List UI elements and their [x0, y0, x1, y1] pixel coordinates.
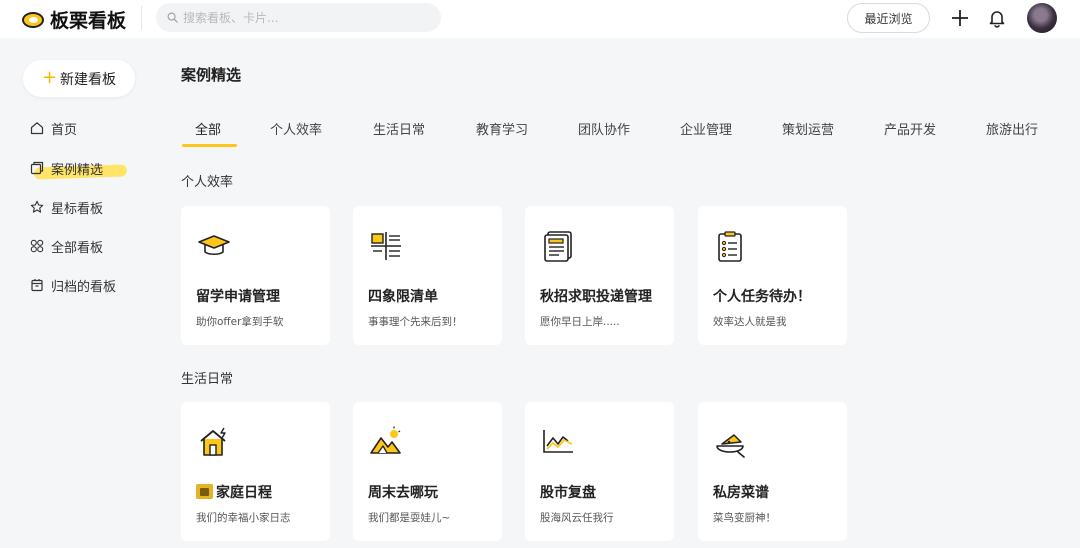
card-title: 家庭日程	[196, 482, 272, 502]
new-board-button[interactable]: + 新建看板	[23, 60, 135, 97]
house-emoji-icon	[196, 484, 213, 499]
sidebar-item-label: 全部看板	[51, 240, 104, 256]
app-name: 板栗看板	[50, 10, 127, 32]
template-card[interactable]: 秋招求职投递管理 愿你早日上岸.....	[525, 206, 674, 345]
stock-chart-icon	[543, 430, 573, 453]
sidebar-item-starred[interactable]: 星标看板	[30, 196, 103, 218]
search-input[interactable]	[183, 10, 423, 25]
sidebar-item-label: 归档的看板	[51, 279, 117, 295]
card-title: 股市复盘	[540, 485, 596, 501]
search-box[interactable]	[156, 3, 441, 32]
card-desc: 我们的幸福小家日志	[196, 512, 291, 524]
tab-personal-efficiency[interactable]: 个人效率	[270, 119, 322, 138]
recent-button[interactable]: 最近浏览	[847, 3, 930, 33]
clipboard-checklist-icon	[718, 231, 742, 262]
tab-product-dev[interactable]: 产品开发	[884, 119, 936, 138]
tab-travel[interactable]: 旅游出行	[986, 119, 1038, 138]
quadrant-list-icon	[371, 232, 401, 260]
app-logo[interactable]: 板栗看板	[22, 6, 126, 33]
tab-enterprise[interactable]: 企业管理	[680, 119, 732, 138]
bell-icon[interactable]	[987, 8, 1007, 28]
sidebar-item-featured[interactable]: 案例精选	[30, 157, 103, 179]
template-card[interactable]: 股市复盘 股海风云任我行	[525, 402, 674, 541]
card-title: 留学申请管理	[196, 289, 280, 305]
tab-operations[interactable]: 策划运营	[782, 119, 834, 138]
template-card[interactable]: 四象限清单 事事理个先来后到！	[353, 206, 502, 345]
plus-icon: +	[41, 66, 58, 88]
house-icon	[200, 427, 226, 456]
logo-icon	[22, 11, 44, 28]
tab-all[interactable]: 全部	[195, 119, 221, 138]
star-icon	[30, 200, 44, 213]
sidebar-item-all-boards[interactable]: 全部看板	[30, 235, 103, 257]
card-title: 个人任务待办！	[713, 289, 811, 305]
sidebar-item-home[interactable]: 首页	[30, 117, 77, 139]
grid-icon	[30, 239, 44, 253]
card-desc: 助你offer拿到手软	[196, 316, 284, 328]
sidebar-item-label: 星标看板	[51, 201, 104, 217]
card-desc: 事事理个先来后到！	[368, 316, 463, 328]
card-title: 秋招求职投递管理	[540, 289, 652, 305]
active-tab-indicator	[182, 144, 237, 147]
sidebar-item-archived[interactable]: 归档的看板	[30, 274, 116, 296]
dish-icon	[716, 434, 745, 458]
page-title: 案例精选	[181, 66, 242, 84]
new-board-label: 新建看板	[60, 71, 117, 88]
card-desc: 效率达人就是我	[713, 316, 787, 328]
tab-daily-life[interactable]: 生活日常	[373, 119, 425, 138]
card-title-text: 家庭日程	[216, 485, 272, 501]
card-title: 周末去哪玩	[368, 485, 438, 501]
graduation-cap-icon	[198, 235, 230, 256]
sidebar-item-label: 首页	[51, 122, 78, 138]
mountain-sun-icon	[370, 426, 401, 454]
card-desc: 股海风云任我行	[540, 512, 614, 524]
template-card[interactable]: 私房菜谱 菜鸟变厨神！	[698, 402, 847, 541]
template-card[interactable]: 留学申请管理 助你offer拿到手软	[181, 206, 330, 345]
sidebar-item-label: 案例精选	[51, 162, 104, 178]
plus-icon[interactable]	[950, 8, 970, 28]
top-header: 板栗看板 最近浏览	[0, 0, 1080, 38]
header-divider	[141, 6, 142, 30]
template-card[interactable]: 个人任务待办！ 效率达人就是我	[698, 206, 847, 345]
section-title: 个人效率	[181, 175, 234, 190]
tab-education[interactable]: 教育学习	[476, 119, 528, 138]
card-title: 私房菜谱	[713, 485, 769, 501]
template-card[interactable]: 周末去哪玩 我们都是耍娃儿~	[353, 402, 502, 541]
archive-icon	[31, 279, 43, 292]
tab-teamwork[interactable]: 团队协作	[578, 119, 630, 138]
search-icon	[167, 12, 178, 23]
board-stack-icon	[30, 161, 44, 175]
home-icon	[30, 122, 44, 135]
section-title: 生活日常	[181, 372, 234, 387]
card-desc: 菜鸟变厨神！	[713, 512, 776, 524]
card-title: 四象限清单	[368, 289, 438, 305]
resume-icon	[544, 231, 572, 262]
card-desc: 我们都是耍娃儿~	[368, 512, 451, 524]
user-avatar[interactable]	[1027, 3, 1057, 33]
card-desc: 愿你早日上岸.....	[540, 316, 620, 328]
template-card[interactable]: 家庭日程 我们的幸福小家日志	[181, 402, 330, 541]
